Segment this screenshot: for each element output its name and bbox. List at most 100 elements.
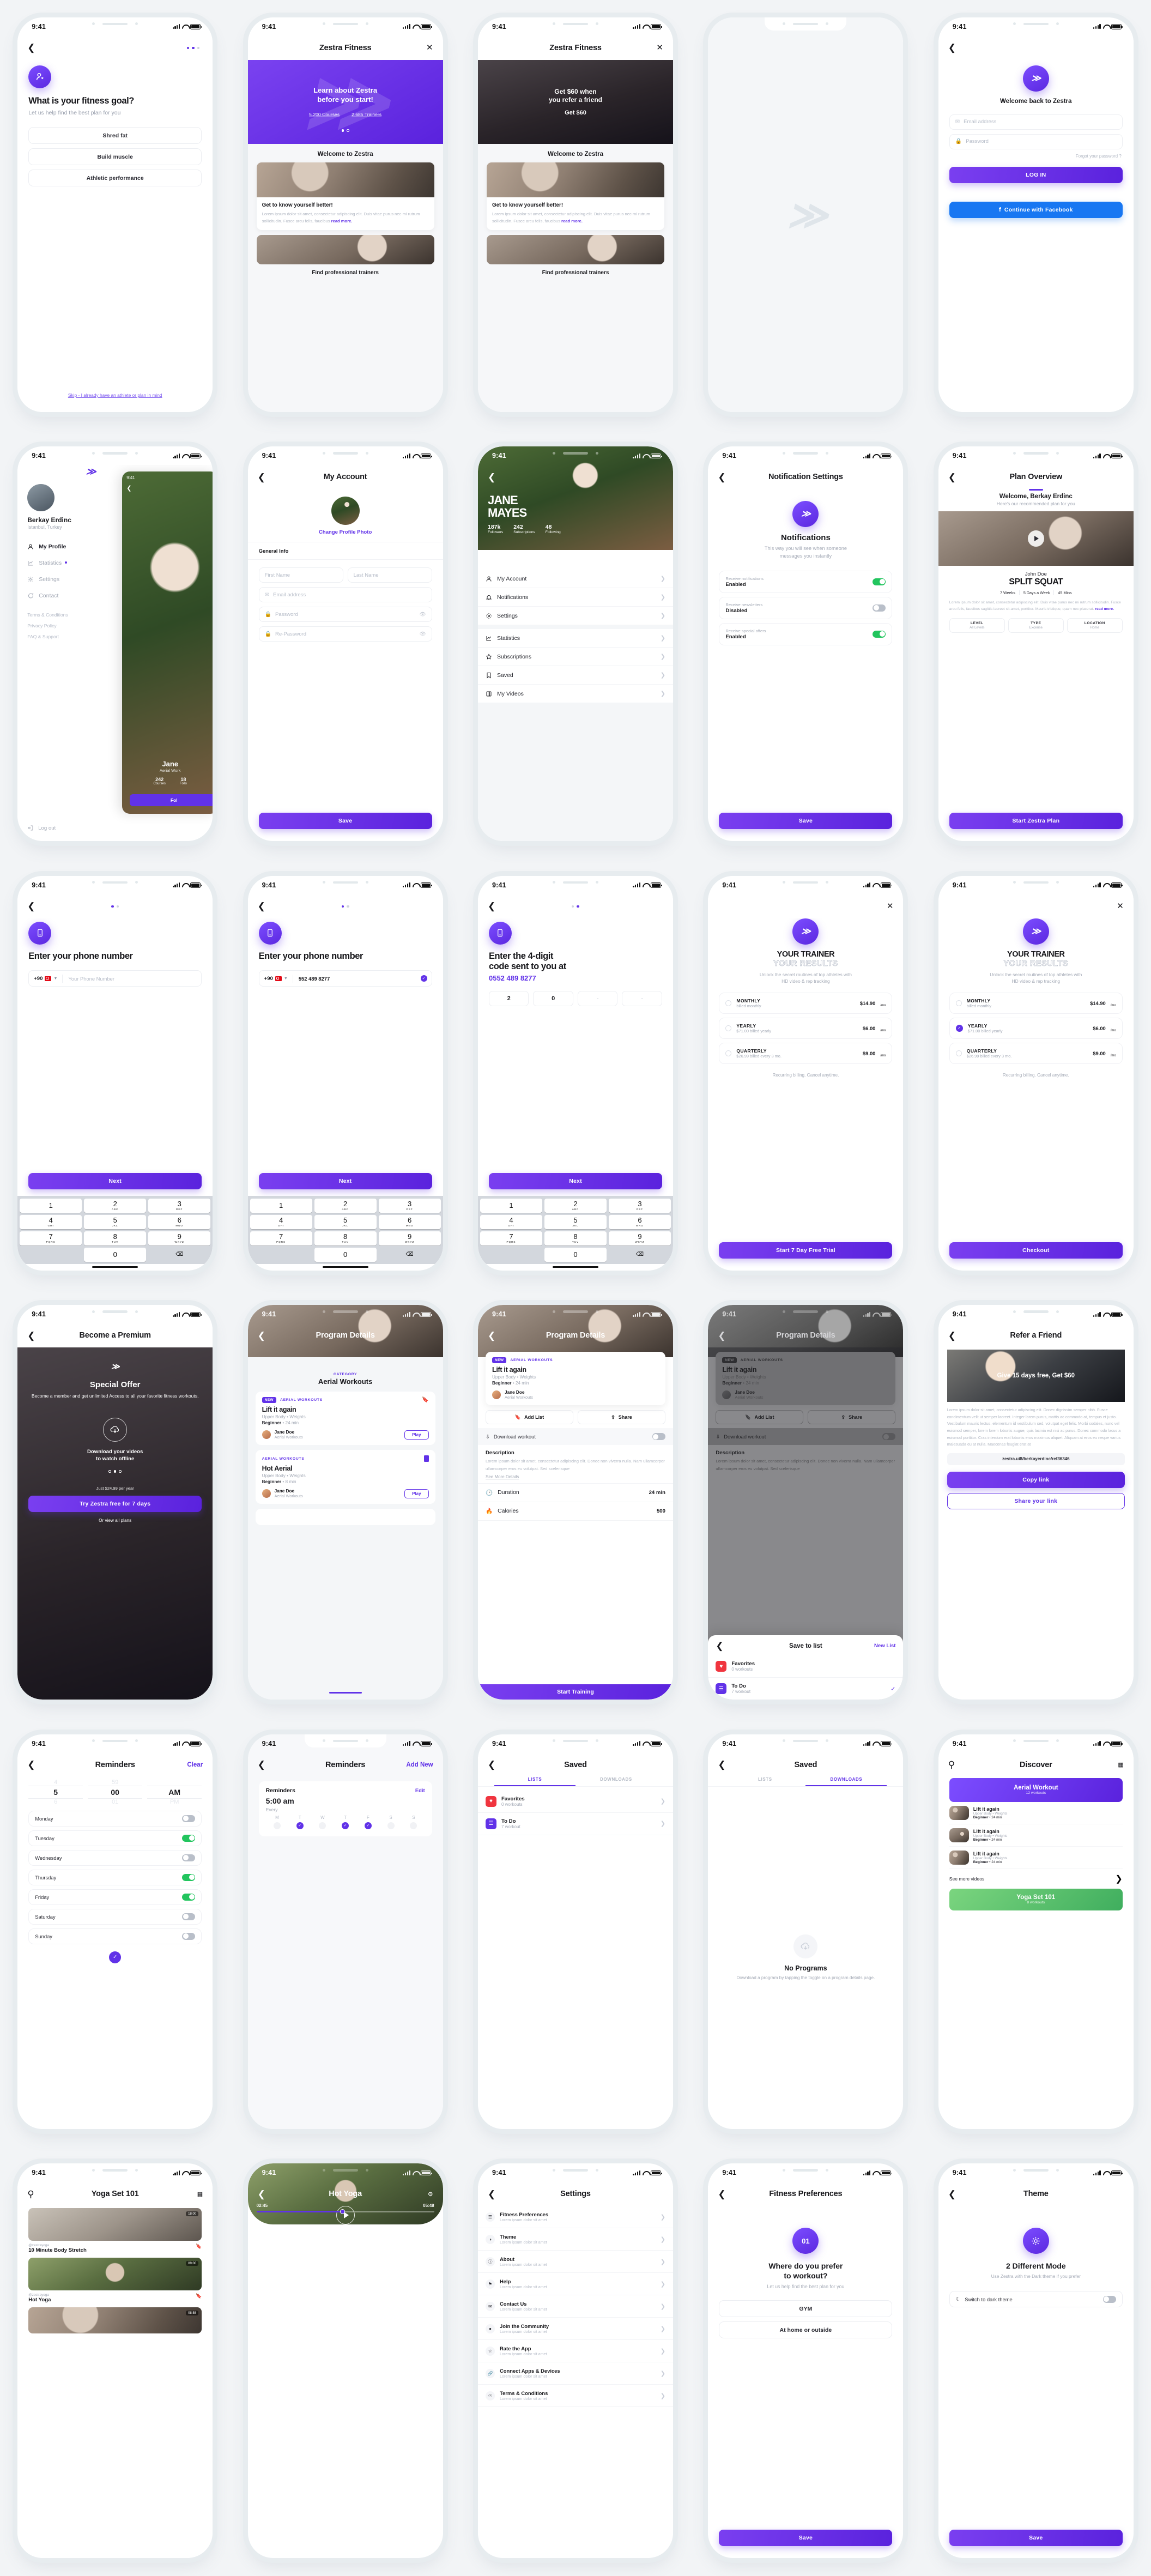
plan-option-yearly[interactable]: ✓ YEARLY $71.00 billed yearly $6.00/mo — [949, 1017, 1123, 1039]
key-7[interactable]: 7 PQRS — [480, 1231, 542, 1245]
plan-option-monthly[interactable]: MONTHLY billed monthly $14.90/mo — [949, 992, 1123, 1014]
day-chip-on[interactable]: ✓ — [364, 1822, 372, 1829]
menu-item-notifications[interactable]: Notifications ❯ — [477, 588, 673, 607]
key-3[interactable]: 3 DEF — [608, 1198, 671, 1213]
legal-link-terms[interactable]: Terms & Conditions — [27, 609, 203, 620]
key-8[interactable]: 8 TUV — [544, 1231, 607, 1245]
checkout-button[interactable]: Checkout — [949, 1242, 1123, 1259]
menu-item-subscriptions[interactable]: Subscriptions ❯ — [477, 648, 673, 667]
tab-lists[interactable]: LISTS — [494, 1777, 576, 1786]
country-code-select[interactable]: +90 ▼ — [29, 976, 62, 982]
eye-icon[interactable]: 👁 — [420, 612, 426, 618]
toggle-switch[interactable] — [873, 630, 886, 638]
key-3[interactable]: 3 DEF — [378, 1198, 441, 1213]
day-toggle[interactable] — [182, 1834, 196, 1842]
progress-bar[interactable] — [256, 2209, 434, 2215]
read-more-link[interactable]: read more. — [331, 219, 353, 223]
saved-list-to-do[interactable]: ☰ To Do 7 workout ❯ — [477, 1812, 673, 1835]
list-item-to-do[interactable]: ☰ To Do 7 workout ✓ — [708, 1678, 904, 1700]
play-icon[interactable] — [1027, 530, 1044, 547]
day-chip-off[interactable] — [273, 1822, 281, 1829]
day-toggle[interactable] — [182, 1932, 196, 1940]
tab-downloads[interactable]: DOWNLOADS — [576, 1777, 657, 1786]
bookmark-icon[interactable]: 🔖 — [196, 2293, 202, 2299]
save-button[interactable]: Save — [719, 2530, 893, 2547]
key-5[interactable]: 5 JKL — [544, 1214, 607, 1229]
menu-item-saved[interactable]: Saved ❯ — [477, 666, 673, 685]
time-picker[interactable]: 4 5 6 59 00 01 AM PM — [28, 1777, 202, 1811]
carousel-dots[interactable] — [248, 129, 443, 132]
key-4[interactable]: 4 GHI — [20, 1214, 82, 1229]
yoga-card-0[interactable]: 18:00 — [28, 2208, 202, 2241]
key-8[interactable]: 8 TUV — [314, 1231, 377, 1245]
download-icon[interactable] — [103, 1417, 128, 1442]
discover-item-0[interactable]: Lift it again Upper Body • Weights Beginne… — [949, 1802, 1123, 1824]
key-backspace[interactable]: ⌫ — [148, 1248, 210, 1262]
start-trial-button[interactable]: Start 7 Day Free Trial — [719, 1242, 893, 1259]
day-row-monday[interactable]: Monday — [28, 1810, 202, 1827]
bookmark-icon[interactable]: 🔖 — [196, 2244, 202, 2250]
key-4[interactable]: 4 GHI — [480, 1214, 542, 1229]
day-toggle[interactable] — [182, 1913, 196, 1920]
carousel-dots[interactable] — [108, 1470, 122, 1473]
read-more-link[interactable]: read more. — [561, 219, 583, 223]
start-plan-button[interactable]: Start Zestra Plan — [949, 813, 1123, 830]
tabs[interactable]: LISTS DOWNLOADS — [477, 1777, 673, 1787]
settings-item-help[interactable]: ⚑ Help Lorem ipsum dolor sit amet ❯ — [477, 2273, 673, 2296]
hour-picker[interactable]: 4 5 6 — [28, 1779, 83, 1805]
key-9[interactable]: 9 WXYZ — [148, 1231, 211, 1245]
key-4[interactable]: 4 GHI — [250, 1214, 312, 1229]
settings-icon[interactable]: ⚙ — [428, 2191, 433, 2198]
day-toggle[interactable] — [182, 1873, 196, 1881]
list-item-favorites[interactable]: ♥ Favorites 0 workouts — [708, 1655, 904, 1678]
grid-view-icon[interactable]: ▦ — [1118, 1761, 1123, 1768]
key-1[interactable]: 1 — [480, 1198, 542, 1213]
see-more-link[interactable]: See More Details — [486, 1474, 665, 1479]
phone-input-group[interactable]: +90 ▼ 552 489 8277 ✓ — [258, 970, 432, 987]
view-plans-link[interactable]: Or view all plans — [99, 1518, 131, 1523]
radio-unselected[interactable] — [955, 1050, 962, 1056]
confirm-button[interactable]: ✓ — [109, 1951, 122, 1963]
day-chip-on[interactable]: ✓ — [296, 1822, 304, 1829]
save-button[interactable]: Save — [719, 813, 893, 830]
key-1[interactable]: 1 — [250, 1198, 312, 1213]
day-row-saturday[interactable]: Saturday — [28, 1908, 202, 1925]
try-free-button[interactable]: Try Zestra free for 7 days — [28, 1495, 202, 1512]
phone-input[interactable]: 552 489 8277 — [293, 976, 330, 982]
dark-theme-toggle[interactable] — [1102, 2295, 1116, 2303]
email-input[interactable]: ✉ Email address — [258, 587, 432, 603]
play-button[interactable]: Play — [404, 1489, 429, 1498]
welcome-card[interactable]: Get to know yourself better! Lorem ipsum… — [256, 162, 434, 231]
avatar[interactable] — [27, 484, 55, 512]
day-chip-off[interactable] — [410, 1822, 417, 1829]
key-6[interactable]: 6 MNO — [148, 1214, 211, 1229]
tabs[interactable]: LISTS DOWNLOADS — [708, 1777, 904, 1787]
password-input[interactable]: 🔒 Password 👁 — [258, 607, 432, 622]
day-row-sunday[interactable]: Sunday — [28, 1928, 202, 1944]
tab-downloads[interactable]: DOWNLOADS — [805, 1777, 887, 1786]
country-code-select[interactable]: +90 ▼ — [259, 976, 293, 982]
play-button[interactable]: Play — [404, 1430, 429, 1440]
first-name-input[interactable]: First Name — [258, 567, 343, 583]
discover-item-2[interactable]: Lift it again Upper Body • Weights Beginne… — [949, 1847, 1123, 1869]
numeric-keypad[interactable]: 1 2 ABC 3 DEF 4 GHI 5 JKL 6 MNO 7 PQRS 8 TUV 9W… — [247, 1195, 443, 1264]
settings-item-about[interactable]: ⓘ About Lorem ipsum dolor sit amet ❯ — [477, 2251, 673, 2273]
day-toggle[interactable] — [182, 1854, 196, 1861]
sidebar-item-statistics[interactable]: Statistics — [27, 555, 203, 571]
program-card-0[interactable]: NEW AERIAL WORKOUTS 🔖 Lift it again Uppe… — [255, 1392, 435, 1446]
reminder-card[interactable]: Reminders Edit 5:00 am Every M T W T F S — [258, 1781, 432, 1836]
goal-option-1[interactable]: Build muscle — [28, 148, 202, 166]
key-6[interactable]: 6 MNO — [378, 1214, 441, 1229]
email-field[interactable]: ✉ Email address — [949, 114, 1123, 130]
discover-item-1[interactable]: Lift it again Upper Body • Weights Beginne… — [949, 1824, 1123, 1847]
sidebar-item-settings[interactable]: Settings — [27, 571, 203, 588]
weekday-selection[interactable]: ✓ ✓ ✓ — [266, 1822, 425, 1829]
grid-view-icon[interactable]: ▦ — [197, 2191, 203, 2198]
discover-hero-card[interactable]: Aerial Workout 12 workouts — [949, 1777, 1123, 1802]
sidebar-item-my-profile[interactable]: My Profile — [27, 539, 203, 555]
day-chip-off[interactable] — [319, 1822, 326, 1829]
legal-link-privacy[interactable]: Privacy Policy — [27, 620, 203, 631]
day-chip-off[interactable] — [387, 1822, 395, 1829]
add-list-button[interactable]: 🔖Add List — [485, 1410, 573, 1425]
menu-item-statistics[interactable]: Statistics ❯ — [477, 629, 673, 648]
